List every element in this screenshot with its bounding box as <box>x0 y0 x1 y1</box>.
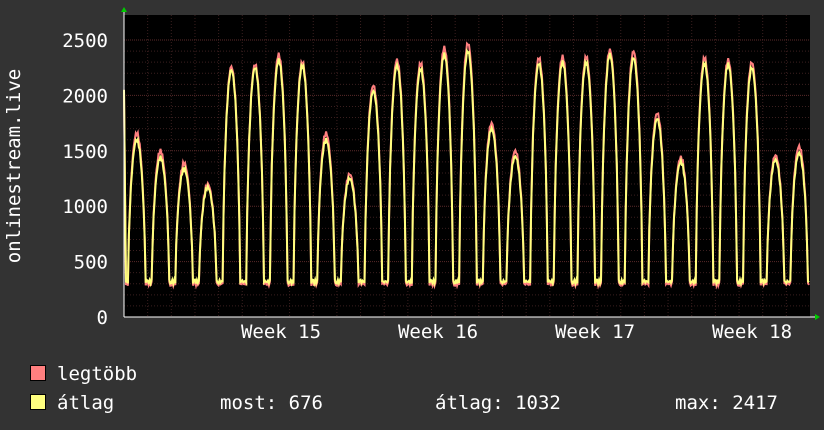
legend-label-atlag: átlag <box>57 392 115 414</box>
x-axis-arrow <box>815 314 820 320</box>
x-tick-label: Week 15 <box>241 321 321 343</box>
x-tick-label: Week 17 <box>555 321 635 343</box>
y-tick-label: 500 <box>74 252 108 274</box>
legend-item-atlag: átlag <box>30 392 114 414</box>
x-tick-label: Week 18 <box>712 321 792 343</box>
y-axis-label: onlinestream.live <box>3 69 25 263</box>
x-tick-label: Week 16 <box>398 321 478 343</box>
stat-average: átlag: 1032 <box>435 392 561 414</box>
legend-swatch-atlag <box>30 394 46 410</box>
y-axis-arrow <box>121 7 127 12</box>
y-tick-label: 1500 <box>62 141 108 163</box>
y-tick-label: 1000 <box>62 196 108 218</box>
legend-item-legtobb: legtöbb <box>30 363 137 385</box>
legend-swatch-legtobb <box>30 365 46 381</box>
legend-label-legtobb: legtöbb <box>57 363 138 385</box>
stat-current: most: 676 <box>220 392 323 414</box>
y-tick-label: 2500 <box>62 30 108 52</box>
stat-max: max: 2417 <box>675 392 778 414</box>
y-tick-label: 2000 <box>62 85 108 107</box>
y-tick-label: 0 <box>97 307 108 329</box>
